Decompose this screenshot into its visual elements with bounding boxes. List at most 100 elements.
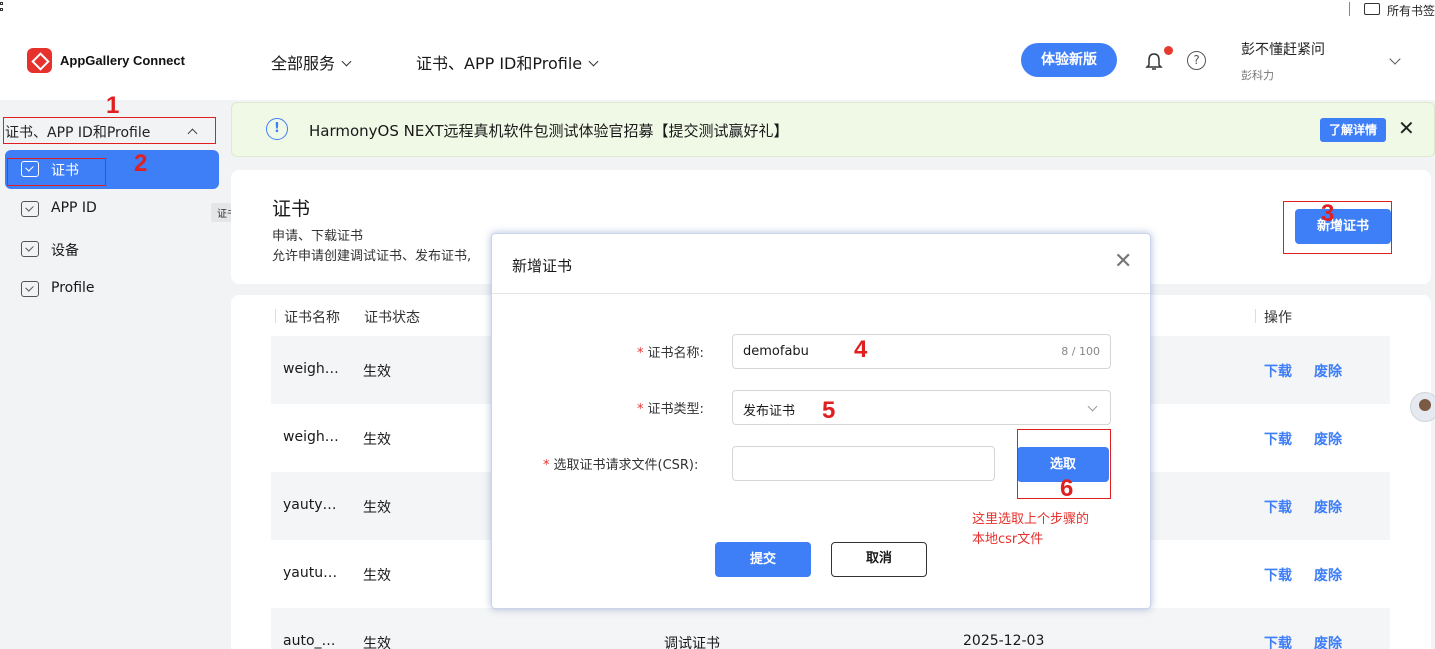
revoke-link[interactable]: 废除 bbox=[1314, 633, 1342, 649]
cert-type-label: * 证书类型: bbox=[637, 398, 704, 417]
cert-status: 生效 bbox=[363, 361, 391, 381]
cert-status: 生效 bbox=[363, 633, 391, 649]
cert-name-label: * 证书名称: bbox=[637, 342, 704, 361]
user-name[interactable]: 彭不懂赶紧问 bbox=[1241, 39, 1325, 59]
cert-type-label-text: 证书类型: bbox=[648, 402, 704, 417]
csr-file-input[interactable] bbox=[732, 446, 995, 481]
info-icon: ! bbox=[266, 118, 288, 140]
chevron-down-icon bbox=[342, 57, 352, 67]
required-mark: * bbox=[637, 402, 644, 417]
nav-all-services-label: 全部服务 bbox=[271, 54, 335, 73]
cancel-button[interactable]: 取消 bbox=[831, 542, 927, 577]
revoke-link[interactable]: 废除 bbox=[1314, 361, 1342, 381]
annotation-number-2: 2 bbox=[134, 150, 147, 178]
dialog-title: 新增证书 bbox=[512, 255, 572, 276]
cert-name: yautu… bbox=[283, 565, 337, 581]
cert-expiry: 2025-12-03 bbox=[963, 633, 1044, 649]
add-certificate-dialog: 新增证书 ✕ * 证书名称: demofabu 8 / 100 * 证书类型: 发布… bbox=[491, 233, 1151, 609]
dialog-divider bbox=[492, 293, 1150, 294]
apps-grid-icon[interactable] bbox=[0, 2, 8, 14]
sidebar-item-label: APP ID bbox=[51, 200, 97, 216]
annotation-number-5: 5 bbox=[822, 397, 835, 425]
appgallery-logo-icon bbox=[27, 48, 52, 73]
page-subtitle: 申请、下载证书 bbox=[272, 225, 363, 244]
cert-status: 生效 bbox=[363, 497, 391, 517]
csr-label: * 选取证书请求文件(CSR): bbox=[543, 454, 698, 473]
learn-more-button[interactable]: 了解详情 bbox=[1320, 118, 1386, 142]
nav-cert-appid-profile[interactable]: 证书、APP ID和Profile bbox=[416, 50, 597, 74]
notification-dot bbox=[1164, 46, 1173, 55]
char-count: 8 / 100 bbox=[1061, 345, 1100, 358]
revoke-link[interactable]: 废除 bbox=[1314, 429, 1342, 449]
cert-name: weigh… bbox=[283, 429, 339, 445]
column-header-status: 证书状态 bbox=[364, 307, 420, 327]
annotation-number-3: 3 bbox=[1321, 200, 1334, 228]
cert-name-input[interactable]: demofabu 8 / 100 bbox=[732, 334, 1111, 369]
page-title: 证书 bbox=[272, 194, 310, 221]
logo-text[interactable]: AppGallery Connect bbox=[60, 53, 185, 68]
annotation-number-6: 6 bbox=[1060, 475, 1073, 503]
nav-all-services[interactable]: 全部服务 bbox=[271, 50, 350, 74]
cert-name: weigh… bbox=[283, 361, 339, 377]
cert-status: 生效 bbox=[363, 565, 391, 585]
chevron-down-icon bbox=[1088, 402, 1098, 412]
profile-icon bbox=[21, 281, 39, 297]
download-link[interactable]: 下载 bbox=[1264, 429, 1292, 449]
chevron-down-icon[interactable] bbox=[1389, 53, 1400, 64]
download-link[interactable]: 下载 bbox=[1264, 565, 1292, 585]
close-icon[interactable]: ✕ bbox=[1114, 249, 1132, 275]
annotation-number-4: 4 bbox=[854, 336, 867, 364]
cert-name-label-text: 证书名称: bbox=[648, 346, 704, 361]
download-link[interactable]: 下载 bbox=[1264, 497, 1292, 517]
top-header: AppGallery Connect 全部服务 证书、APP ID和Profil… bbox=[0, 18, 1435, 100]
folder-icon[interactable] bbox=[1364, 3, 1380, 15]
chevron-down-icon bbox=[589, 57, 599, 67]
sidebar-item-profile[interactable]: Profile bbox=[5, 270, 219, 309]
cert-type-select[interactable]: 发布证书 bbox=[732, 390, 1111, 425]
submit-button[interactable]: 提交 bbox=[715, 542, 811, 577]
hint-line-2: 本地csr文件 bbox=[972, 530, 1089, 550]
csr-label-text: 选取证书请求文件(CSR): bbox=[554, 458, 699, 473]
annotation-number-1: 1 bbox=[106, 92, 119, 120]
annotation-box-1 bbox=[3, 117, 216, 144]
annotation-hint: 这里选取上个步骤的 本地csr文件 bbox=[972, 510, 1089, 550]
cert-name-value: demofabu bbox=[743, 344, 809, 359]
required-mark: * bbox=[543, 458, 550, 473]
help-icon[interactable]: ? bbox=[1187, 51, 1206, 70]
announcement-banner: ! HarmonyOS NEXT远程真机软件包测试体验官招募【提交测试赢好礼】 … bbox=[231, 102, 1435, 157]
column-header-name: 证书名称 bbox=[284, 307, 340, 327]
cert-type-value: 发布证书 bbox=[743, 400, 795, 419]
column-header-actions: 操作 bbox=[1264, 307, 1292, 327]
annotation-box-2 bbox=[7, 158, 106, 186]
cert-name: yauty… bbox=[283, 497, 337, 513]
cert-type: 调试证书 bbox=[664, 633, 720, 649]
close-icon[interactable]: ✕ bbox=[1398, 116, 1415, 140]
table-row: auto_… 生效 调试证书 2025-12-03 下载 废除 bbox=[271, 608, 1390, 649]
sidebar-item-appid[interactable]: APP ID bbox=[5, 190, 219, 229]
revoke-link[interactable]: 废除 bbox=[1314, 497, 1342, 517]
sidebar-item-devices[interactable]: 设备 bbox=[5, 230, 219, 269]
assistant-avatar[interactable] bbox=[1410, 392, 1435, 422]
bookmarks-bar: 所有书签 bbox=[0, 0, 1435, 18]
required-mark: * bbox=[637, 346, 644, 361]
revoke-link[interactable]: 废除 bbox=[1314, 565, 1342, 585]
cert-name: auto_… bbox=[283, 633, 336, 649]
download-link[interactable]: 下载 bbox=[1264, 633, 1292, 649]
bell-icon[interactable] bbox=[1145, 52, 1163, 72]
cert-status: 生效 bbox=[363, 429, 391, 449]
download-link[interactable]: 下载 bbox=[1264, 361, 1292, 381]
banner-text: HarmonyOS NEXT远程真机软件包测试体验官招募【提交测试赢好礼】 bbox=[309, 120, 789, 141]
column-divider bbox=[275, 309, 276, 323]
column-divider bbox=[1255, 309, 1256, 323]
appid-icon bbox=[21, 201, 39, 217]
nav-cert-label: 证书、APP ID和Profile bbox=[416, 54, 582, 73]
sidebar-item-label: 设备 bbox=[51, 240, 79, 260]
hint-line-1: 这里选取上个步骤的 bbox=[972, 510, 1089, 530]
bookmarks-divider bbox=[1349, 2, 1350, 16]
all-bookmarks-link[interactable]: 所有书签 bbox=[1387, 2, 1435, 19]
device-icon bbox=[21, 241, 39, 257]
try-new-version-button[interactable]: 体验新版 bbox=[1021, 43, 1117, 77]
sidebar-item-label: Profile bbox=[51, 280, 95, 296]
page-description: 允许申请创建调试证书、发布证书, bbox=[272, 245, 471, 264]
annotation-box-3 bbox=[1283, 201, 1392, 254]
